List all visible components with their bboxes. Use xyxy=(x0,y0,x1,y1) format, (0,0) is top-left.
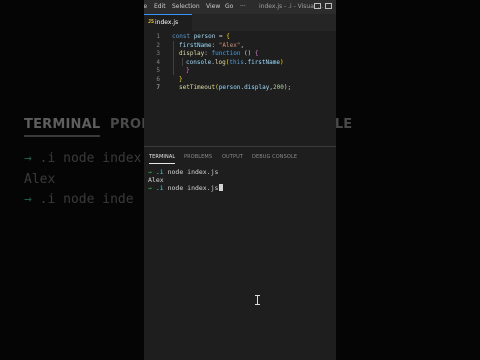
tab-terminal[interactable]: TERMINAL xyxy=(149,154,176,164)
code-line-5: } xyxy=(186,67,190,74)
bottom-panel: TERMINAL PROBLEMS OUTPUT DEBUG CONSOLE →… xyxy=(144,146,336,360)
code-line-4: console.log(this.firstName) xyxy=(186,58,284,66)
tab-debug-console[interactable]: DEBUG CONSOLE xyxy=(252,154,297,160)
menu-bar: ile Edit Selection View Go ··· index.js … xyxy=(144,0,336,14)
terminal-cursor xyxy=(219,184,224,191)
line-number: 3 xyxy=(156,50,160,57)
tab-problems[interactable]: PROBLEMS xyxy=(184,154,212,160)
menu-file[interactable]: ile xyxy=(144,3,147,10)
line-number: 1 xyxy=(156,33,160,40)
code-line-7: setTimeout(person.display,200); xyxy=(179,84,292,91)
layout-icon[interactable] xyxy=(314,3,321,9)
tab-output[interactable]: OUTPUT xyxy=(222,154,243,160)
terminal-output: Alex xyxy=(148,176,164,184)
menu-more[interactable]: ··· xyxy=(240,3,246,10)
indent-guide xyxy=(182,58,183,66)
prompt-arrow-icon: → xyxy=(148,168,152,176)
background-tabs: TERMINAL PROB SOLE xyxy=(24,117,352,137)
menu-selection[interactable]: Selection xyxy=(172,3,200,10)
terminal-line-3[interactable]: → .i node index.js xyxy=(148,184,224,192)
line-number-active: 7 xyxy=(156,84,160,91)
background-tab-terminal: TERMINAL xyxy=(24,117,101,137)
line-number: 4 xyxy=(156,58,160,66)
text-cursor-icon xyxy=(255,295,260,305)
tab-label: index.js xyxy=(155,19,179,26)
code-line-2: firstName: "Alex", xyxy=(179,41,245,49)
prompt-arrow-icon: → xyxy=(148,184,152,192)
background-line-3: → .i node inde xyxy=(24,192,134,207)
line-number: 6 xyxy=(156,75,160,83)
code-editor[interactable]: 1 2 3 4 5 6 7 const person = { firstName… xyxy=(144,31,336,141)
indent-guide xyxy=(173,41,174,75)
terminal-line-1: → .i node index.js xyxy=(148,168,219,176)
layout-panel-icon[interactable] xyxy=(325,3,332,9)
background-line-2: Alex xyxy=(24,172,56,187)
background-line-1: → .i node index xyxy=(24,151,142,166)
menu-go[interactable]: Go xyxy=(225,3,233,10)
code-line-3: display: function () { xyxy=(179,50,259,57)
line-number: 2 xyxy=(156,41,160,49)
code-line-1: const person = { xyxy=(172,33,230,40)
line-number: 5 xyxy=(156,67,160,74)
tab-index-js[interactable]: JS index.js xyxy=(144,14,192,31)
javascript-file-icon: JS xyxy=(148,19,155,25)
menu-edit[interactable]: Edit xyxy=(154,3,166,10)
code-line-6: } xyxy=(179,75,183,83)
editor-tab-bar: JS index.js xyxy=(144,14,336,31)
vscode-window: ile Edit Selection View Go ··· index.js … xyxy=(144,0,336,360)
menu-view[interactable]: View xyxy=(206,3,220,10)
